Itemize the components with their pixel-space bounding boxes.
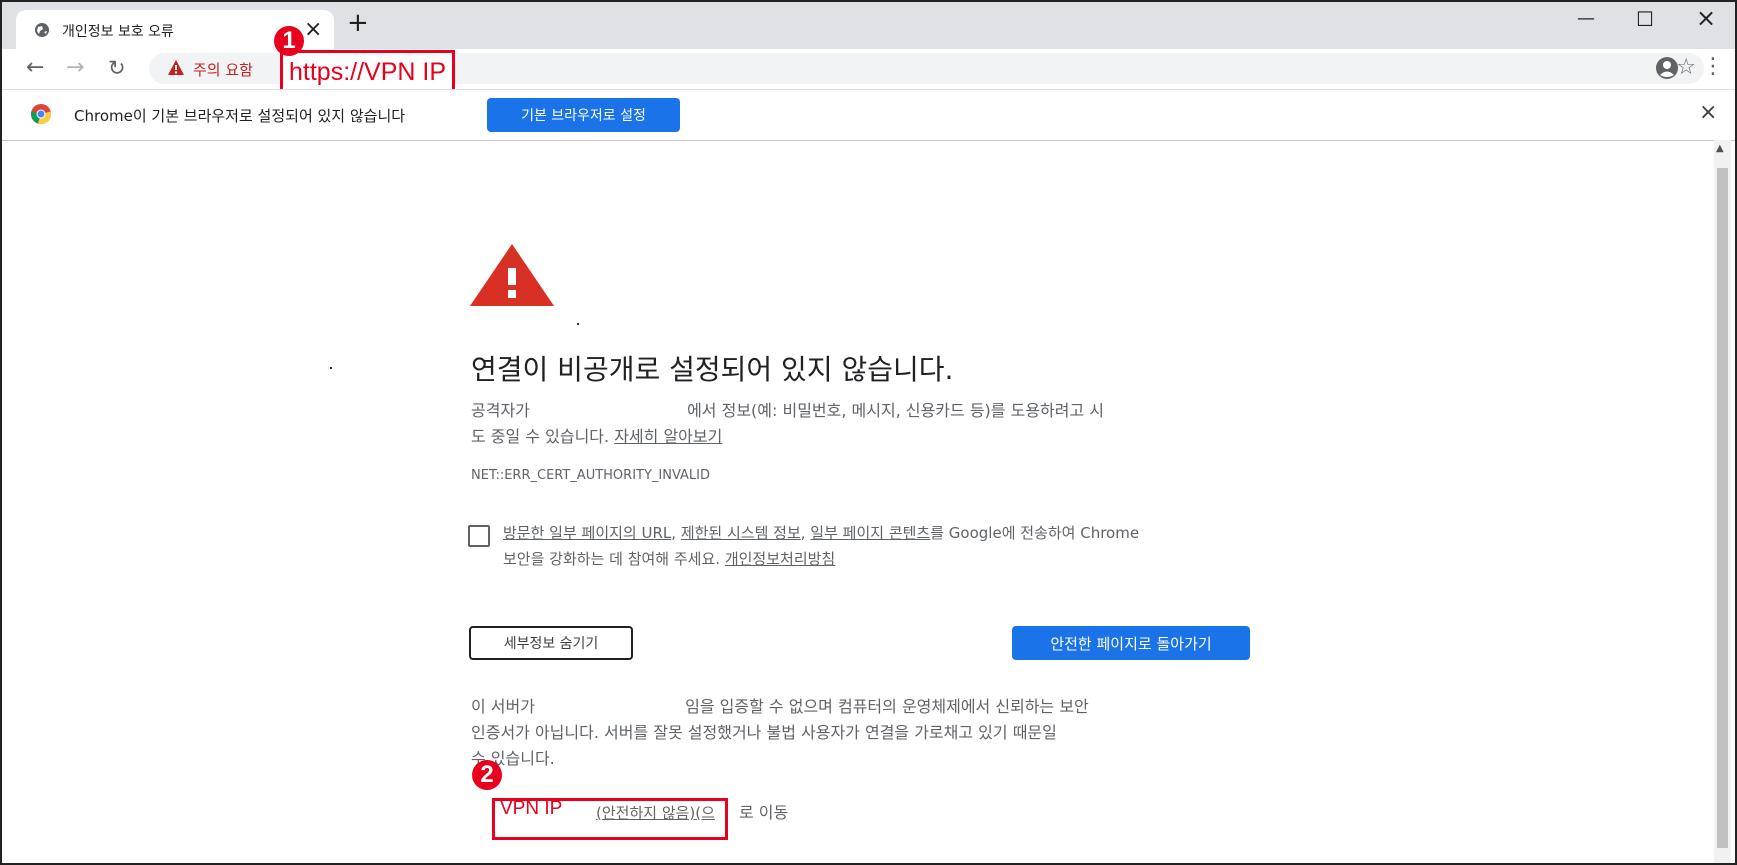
explanation-end: 도 중일 수 있습니다.: [471, 427, 610, 446]
proceed-unsafe-link[interactable]: (안전하지 않음)(으: [596, 802, 715, 823]
stray-dot: [577, 323, 579, 325]
learn-more-link[interactable]: 자세히 알아보기: [614, 427, 722, 446]
optin-separator: ,: [800, 524, 811, 542]
page-headline: 연결이 비공개로 설정되어 있지 않습니다.: [471, 353, 954, 386]
details-mid: 임을 입증할 수 없으며 컴퓨터의 운영체제에서 신뢰하는 보안: [685, 697, 1089, 716]
optin-link-system-info[interactable]: 제한된 시스템 정보: [681, 524, 801, 542]
infobar-close-icon[interactable]: ×: [1699, 100, 1717, 125]
url-annotation-box[interactable]: https://VPN IP: [280, 50, 456, 94]
back-arrow-icon[interactable]: ←: [26, 55, 44, 80]
maximize-icon[interactable]: ☐: [1636, 7, 1654, 31]
optin-link-page-content[interactable]: 일부 페이지 콘텐츠: [810, 524, 930, 542]
optin-line2: 보안을 강화하는 데 참여해 주세요.: [503, 550, 721, 568]
back-to-safety-button[interactable]: 안전한 페이지로 돌아가기: [1012, 626, 1250, 660]
annotation-badge-2: 2: [472, 760, 502, 790]
set-default-browser-button[interactable]: 기본 브라우저로 설정: [487, 98, 680, 132]
bookmark-star-icon[interactable]: ☆: [1676, 55, 1696, 80]
hide-details-button[interactable]: 세부정보 숨기기: [469, 626, 633, 660]
toolbar: ← → ↻ 주의 요함 https://VPN IP ☆ ⋮: [2, 49, 1735, 94]
proceed-tail: 로 이동: [739, 803, 789, 822]
optin-checkbox[interactable]: [468, 525, 490, 547]
details-line2: 인증서가 아닙니다. 서버를 잘못 설정했거나 불법 사용자가 연결을 가로채고…: [471, 723, 1057, 742]
default-browser-infobar: Chrome이 기본 브라우저로 설정되어 있지 않습니다 기본 브라우저로 설…: [2, 89, 1735, 141]
scrollbar[interactable]: ▲: [1714, 140, 1731, 863]
omnibox[interactable]: 주의 요함 https://VPN IP ☆: [149, 50, 1704, 94]
browser-window: 개인정보 보호 오류 × + — ☐ × ← → ↻ 주의 요함 https:/…: [0, 0, 1737, 865]
error-code: NET::ERR_CERT_AUTHORITY_INVALID: [471, 468, 711, 483]
globe-icon: [35, 23, 49, 37]
menu-dots-icon[interactable]: ⋮: [1702, 54, 1724, 79]
explanation-start: 공격자가: [471, 401, 530, 420]
tab-strip: 개인정보 보호 오류 × + — ☐ ×: [2, 2, 1735, 49]
profile-avatar-icon[interactable]: [1655, 56, 1679, 80]
new-tab-icon[interactable]: +: [347, 8, 369, 38]
large-warning-triangle-icon: [470, 244, 554, 306]
infobar-message: Chrome이 기본 브라우저로 설정되어 있지 않습니다: [74, 107, 406, 125]
details-paragraph: 이 서버가 임을 입증할 수 없으며 컴퓨터의 운영체제에서 신뢰하는 보안 인…: [471, 694, 1241, 772]
tab-close-icon[interactable]: ×: [304, 17, 322, 42]
proceed-host[interactable]: VPN IP: [500, 798, 562, 820]
forward-arrow-icon[interactable]: →: [66, 55, 84, 80]
stray-dot: [330, 367, 332, 369]
optin-text: 방문한 일부 페이지의 URL, 제한된 시스템 정보, 일부 페이지 콘텐츠를…: [503, 520, 1223, 572]
details-start: 이 서버가: [471, 697, 535, 716]
explanation-paragraph: 공격자가 에서 정보(예: 비밀번호, 메시지, 신용카드 등)를 도용하려고 …: [471, 398, 1241, 450]
tab-title: 개인정보 보호 오류: [62, 24, 174, 40]
scroll-thumb[interactable]: [1717, 168, 1728, 848]
explanation-mid: 에서 정보(예: 비밀번호, 메시지, 신용카드 등)를 도용하려고 시: [687, 401, 1105, 420]
optin-rest: 를 Google에 전송하여 Chrome: [930, 524, 1140, 542]
annotation-badge-1: 1: [274, 26, 304, 56]
warning-triangle-icon: [168, 60, 184, 75]
security-warning-label[interactable]: 주의 요함: [193, 59, 253, 80]
minimize-icon[interactable]: —: [1577, 8, 1595, 29]
optin-link-urls[interactable]: 방문한 일부 페이지의 URL: [503, 524, 671, 542]
window-close-icon[interactable]: ×: [1696, 4, 1716, 32]
scroll-up-arrow-icon[interactable]: ▲: [1716, 143, 1724, 154]
reload-icon[interactable]: ↻: [108, 56, 126, 80]
privacy-policy-link[interactable]: 개인정보처리방침: [725, 550, 835, 568]
chrome-logo-icon: [30, 104, 52, 124]
optin-separator: ,: [671, 524, 681, 542]
